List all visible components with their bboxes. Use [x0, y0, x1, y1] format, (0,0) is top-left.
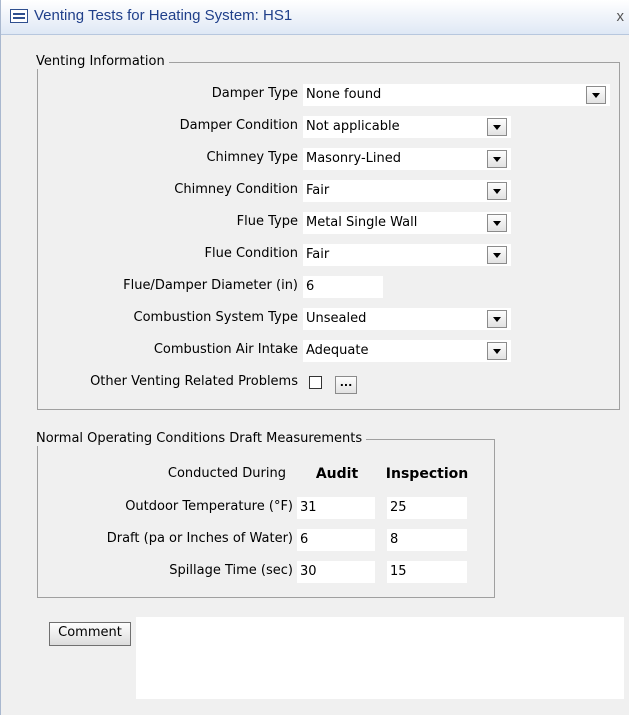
flue-damper-diameter-input[interactable]: 6 — [303, 276, 383, 298]
audit-column-header: Audit — [315, 466, 359, 482]
damper-condition-select[interactable]: Not applicable — [303, 116, 511, 138]
window-title: Venting Tests for Heating System: HS1 — [34, 7, 293, 24]
flue-type-label: Flue Type — [236, 214, 298, 229]
draft-measurements-legend: Normal Operating Conditions Draft Measur… — [32, 431, 367, 446]
other-venting-problems-label: Other Venting Related Problems — [90, 374, 298, 389]
chimney-type-label: Chimney Type — [206, 150, 298, 165]
other-venting-problems-checkbox[interactable] — [309, 376, 322, 389]
draft-label: Draft (pa or Inches of Water) — [106, 531, 293, 546]
outdoor-temperature-label: Outdoor Temperature (°F) — [125, 499, 293, 514]
spillage-time-label: Spillage Time (sec) — [169, 563, 293, 578]
chimney-type-select[interactable]: Masonry-Lined — [303, 148, 511, 170]
flue-type-select[interactable]: Metal Single Wall — [303, 212, 511, 234]
chimney-type-dropdown-button[interactable] — [487, 150, 507, 168]
flue-type-dropdown-button[interactable] — [487, 214, 507, 232]
combustion-system-type-dropdown-button[interactable] — [487, 310, 507, 328]
damper-condition-dropdown-button[interactable] — [487, 118, 507, 136]
other-venting-problems-details-button[interactable]: ... — [335, 376, 357, 394]
comment-textarea[interactable] — [136, 617, 624, 699]
damper-condition-label: Damper Condition — [179, 118, 298, 133]
combustion-air-intake-label: Combustion Air Intake — [153, 342, 298, 357]
comment-button[interactable]: Comment — [49, 622, 131, 646]
outdoor-temperature-inspection-input[interactable]: 25 — [387, 497, 467, 519]
chimney-condition-label: Chimney Condition — [174, 182, 298, 197]
combustion-air-intake-select[interactable]: Adequate — [303, 340, 511, 362]
chimney-condition-select[interactable]: Fair — [303, 180, 511, 202]
venting-tests-window: Venting Tests for Heating System: HS1 x … — [0, 0, 629, 715]
inspection-column-header: Inspection — [385, 466, 469, 482]
close-button[interactable]: x — [617, 8, 625, 25]
flue-condition-select[interactable]: Fair — [303, 244, 511, 266]
flue-damper-diameter-label: Flue/Damper Diameter (in) — [123, 278, 298, 293]
combustion-air-intake-dropdown-button[interactable] — [487, 342, 507, 360]
spillage-time-inspection-input[interactable]: 15 — [387, 561, 467, 583]
damper-type-select[interactable]: None found — [303, 84, 610, 106]
outdoor-temperature-audit-input[interactable]: 31 — [297, 497, 375, 519]
combustion-system-type-select[interactable]: Unsealed — [303, 308, 511, 330]
title-bar: Venting Tests for Heating System: HS1 x — [1, 0, 629, 35]
combustion-system-type-label: Combustion System Type — [133, 310, 298, 325]
conducted-during-label: Conducted During — [167, 466, 286, 481]
draft-inspection-input[interactable]: 8 — [387, 529, 467, 551]
chimney-condition-dropdown-button[interactable] — [487, 182, 507, 200]
venting-information-legend: Venting Information — [32, 54, 169, 69]
damper-type-label: Damper Type — [211, 86, 298, 101]
draft-audit-input[interactable]: 6 — [297, 529, 375, 551]
form-icon — [10, 9, 28, 23]
flue-condition-dropdown-button[interactable] — [487, 246, 507, 264]
damper-type-dropdown-button[interactable] — [586, 86, 606, 104]
spillage-time-audit-input[interactable]: 30 — [297, 561, 375, 583]
flue-condition-label: Flue Condition — [204, 246, 299, 261]
